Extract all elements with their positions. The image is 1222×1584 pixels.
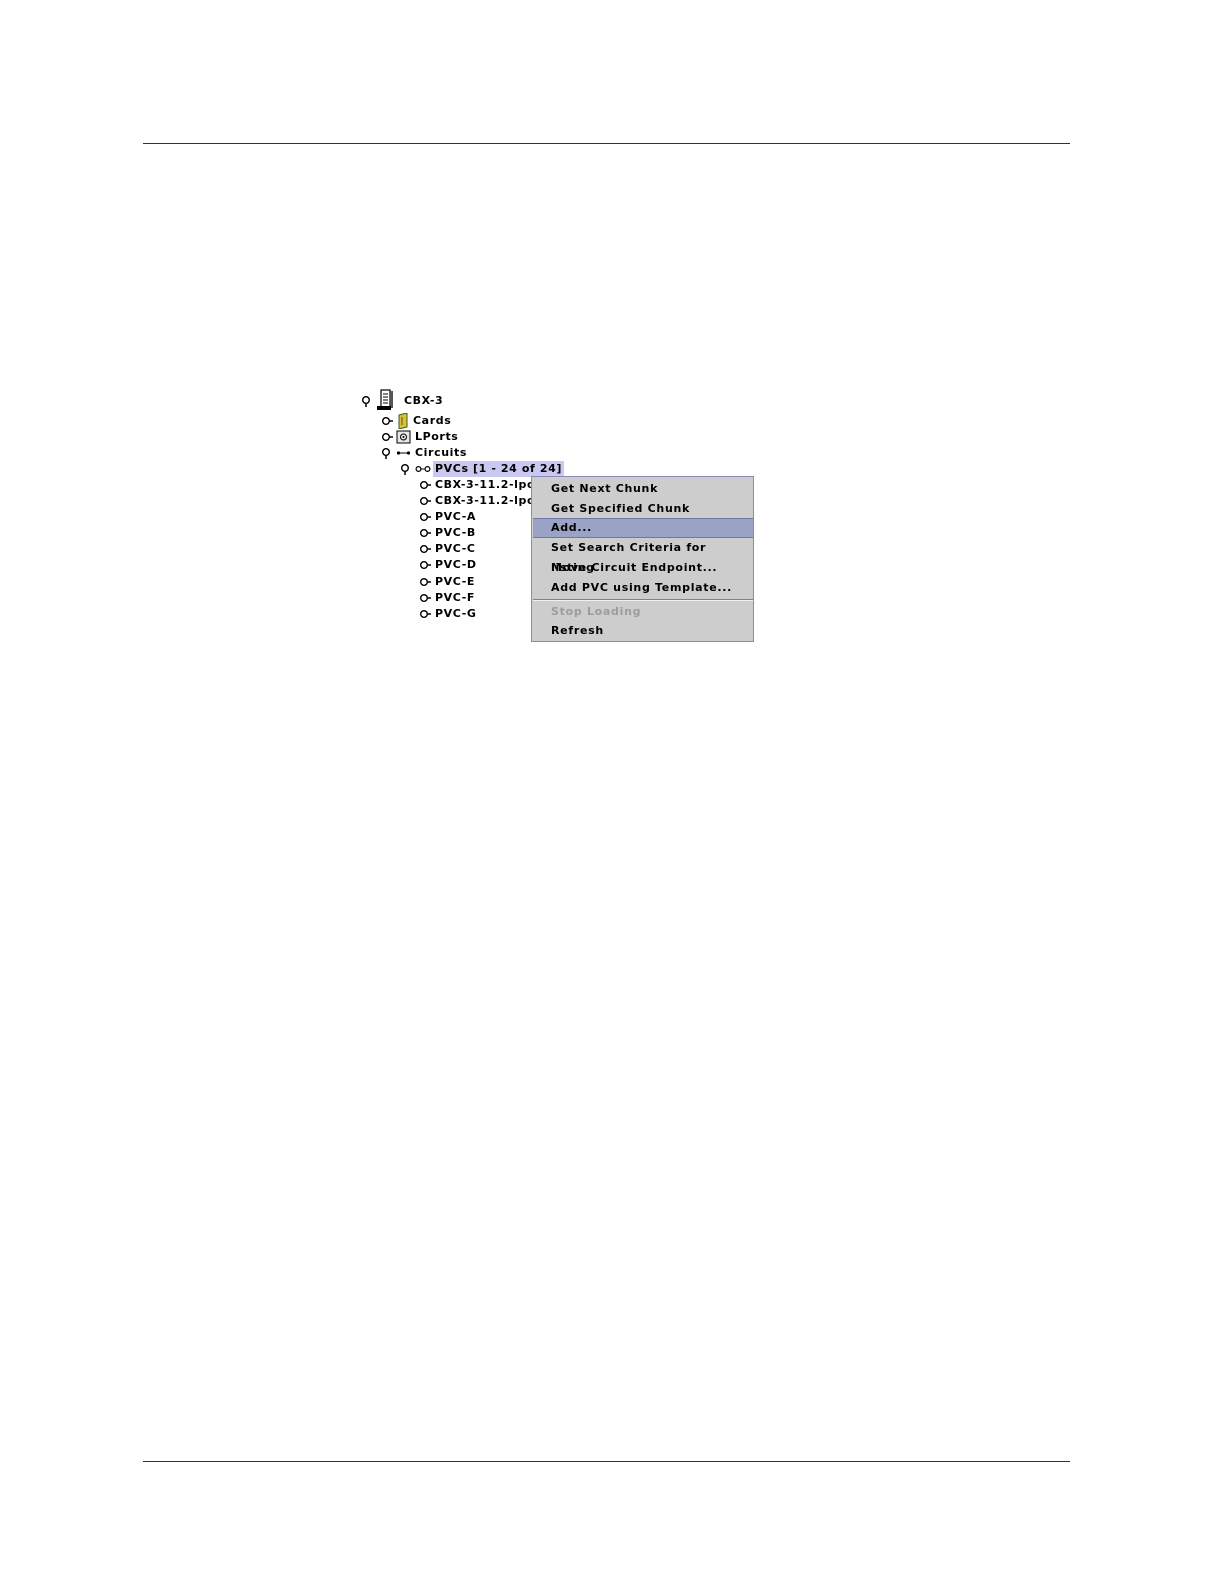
- collapsed-toggle-icon[interactable]: [419, 557, 431, 573]
- tree-node-label: PVC-F: [435, 591, 475, 604]
- tree-node-pvc-item[interactable]: PVC-E: [419, 574, 475, 590]
- expanded-toggle-icon[interactable]: [381, 445, 393, 461]
- tree-node-pvc-item[interactable]: PVC-A: [419, 509, 476, 525]
- network-tree: CBX-3 Cards LPorts Circuits PVCs [1 - 24…: [0, 0, 1222, 700]
- tree-node-label: CBX-3-11.2-lpo: [435, 478, 536, 491]
- circuit-icon: [396, 445, 411, 461]
- menu-separator: [533, 599, 753, 601]
- menu-item-stop-loading: Stop Loading: [551, 605, 642, 618]
- tree-node-pvcs[interactable]: PVCs [1 - 24 of 24]: [400, 461, 564, 477]
- menu-item-refresh[interactable]: Refresh: [533, 621, 753, 641]
- tree-node-label: PVC-D: [435, 558, 477, 571]
- menu-item-add[interactable]: Add...: [533, 518, 753, 538]
- tree-node-pvc-item[interactable]: CBX-3-11.2-lpo: [419, 493, 535, 509]
- footer-rule: [143, 1461, 1070, 1462]
- card-icon: [396, 413, 409, 429]
- tree-node-label: PVCs [1 - 24 of 24]: [433, 461, 564, 477]
- menu-item-get-specified-chunk[interactable]: Get Specified Chunk: [533, 499, 753, 519]
- tree-node-label: Circuits: [415, 446, 467, 459]
- tree-node-pvc-item[interactable]: PVC-D: [419, 557, 477, 573]
- collapsed-toggle-icon[interactable]: [419, 493, 431, 509]
- tree-node-pvc-item[interactable]: CBX-3-11.2-lpo: [419, 477, 535, 493]
- collapsed-toggle-icon[interactable]: [419, 574, 431, 590]
- tree-node-pvc-item[interactable]: PVC-C: [419, 541, 476, 557]
- tree-node-label: PVC-A: [435, 510, 476, 523]
- collapsed-toggle-icon[interactable]: [381, 413, 393, 429]
- tree-node-label: PVC-B: [435, 526, 476, 539]
- tree-node-cards[interactable]: Cards: [381, 413, 451, 429]
- lport-icon: [396, 429, 411, 445]
- tree-node-label: PVC-E: [435, 575, 475, 588]
- menu-item-get-next-chunk[interactable]: Get Next Chunk: [533, 479, 753, 499]
- pvc-context-menu: Get Next Chunk Get Specified Chunk Add..…: [531, 476, 754, 642]
- menu-item-set-search-criteria[interactable]: Set Search Criteria for listing: [533, 538, 753, 574]
- tree-node-label: PVC-C: [435, 542, 476, 555]
- collapsed-toggle-icon[interactable]: [419, 477, 431, 493]
- expanded-toggle-icon[interactable]: [400, 461, 412, 477]
- tree-node-circuits[interactable]: Circuits: [381, 445, 467, 461]
- tree-node-pvc-item[interactable]: PVC-G: [419, 606, 477, 622]
- tree-node-label: CBX-3-11.2-lpo: [435, 494, 536, 507]
- tree-node-cbx-3[interactable]: CBX-3: [361, 389, 444, 410]
- collapsed-toggle-icon[interactable]: [381, 429, 393, 445]
- tree-node-label: Cards: [413, 414, 452, 427]
- pvc-folder-icon: [415, 461, 431, 477]
- menu-item-move-circuit-endpoint[interactable]: Move Circuit Endpoint...: [533, 558, 753, 578]
- collapsed-toggle-icon[interactable]: [419, 525, 431, 541]
- switch-chassis-icon: [376, 389, 400, 410]
- tree-node-label: LPorts: [415, 430, 459, 443]
- tree-node-label: PVC-G: [435, 607, 477, 620]
- tree-node-pvc-item[interactable]: PVC-F: [419, 590, 475, 606]
- collapsed-toggle-icon[interactable]: [419, 606, 431, 622]
- menu-item-add-pvc-using-template[interactable]: Add PVC using Template...: [533, 578, 753, 598]
- tree-node-pvc-item[interactable]: PVC-B: [419, 525, 476, 541]
- tree-node-lports[interactable]: LPorts: [381, 429, 458, 445]
- collapsed-toggle-icon[interactable]: [419, 541, 431, 557]
- tree-node-label: CBX-3: [404, 394, 444, 407]
- collapsed-toggle-icon[interactable]: [419, 509, 431, 525]
- collapsed-toggle-icon[interactable]: [419, 590, 431, 606]
- expanded-toggle-icon[interactable]: [361, 393, 373, 409]
